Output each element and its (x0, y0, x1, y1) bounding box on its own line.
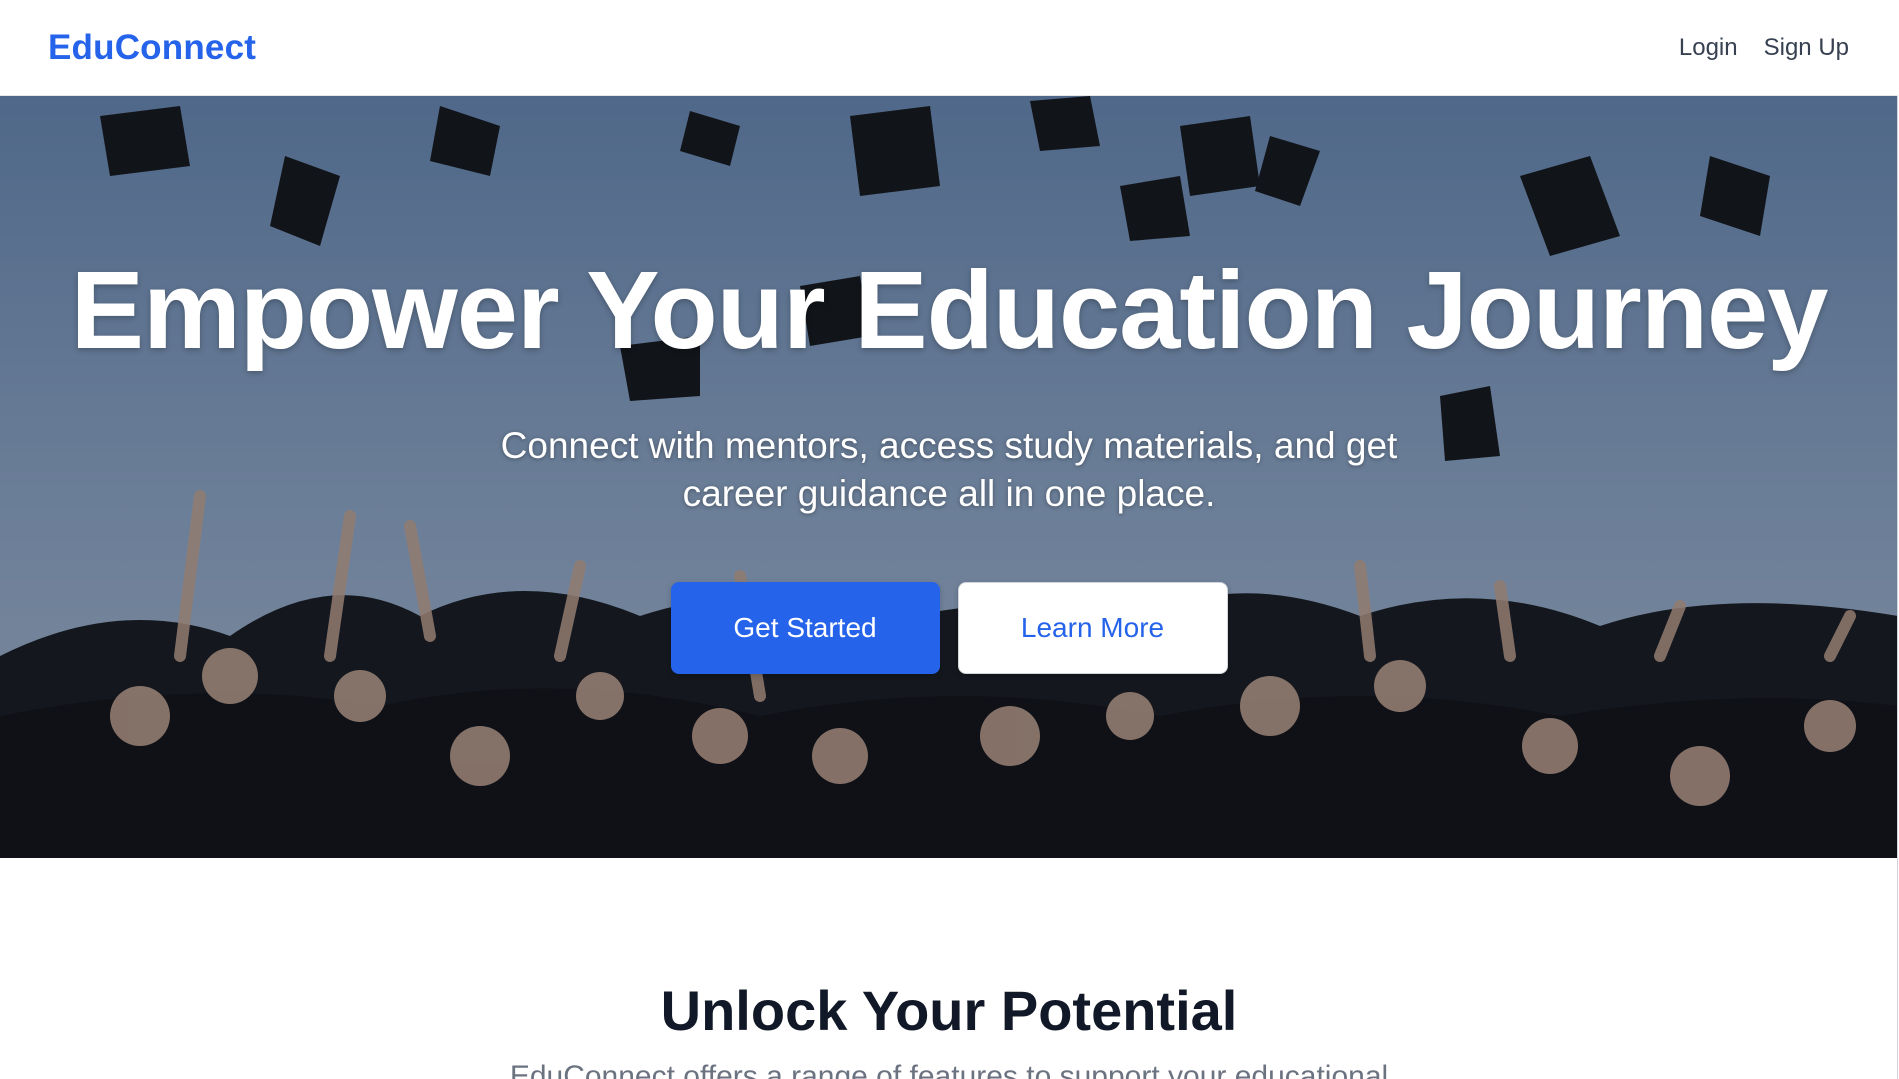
features-title: Unlock Your Potential (660, 979, 1238, 1042)
header-nav: Login Sign Up (1679, 34, 1849, 62)
get-started-button[interactable]: Get Started (670, 582, 940, 674)
hero-section: Empower Your Education Journey Connect w… (0, 96, 1898, 858)
hero-subtitle: Connect with mentors, access study mater… (500, 425, 1398, 514)
top-navbar: EduConnect Login Sign Up (0, 0, 1898, 96)
login-link[interactable]: Login (1679, 34, 1738, 62)
features-section: Unlock Your Potential EduConnect offers … (0, 858, 1898, 1079)
signup-link[interactable]: Sign Up (1764, 34, 1849, 62)
hero-actions: Get Started Learn More (670, 582, 1228, 674)
hero-title: Empower Your Education Journey (70, 249, 1829, 372)
brand-logo[interactable]: EduConnect (48, 28, 256, 68)
page: EduConnect Login Sign Up Empower Your Ed… (0, 0, 1898, 1079)
features-description: EduConnect offers a range of features to… (509, 1060, 1389, 1079)
hero-content: Empower Your Education Journey Connect w… (0, 96, 1898, 858)
learn-more-button[interactable]: Learn More (957, 582, 1228, 674)
page-scrollbar[interactable] (1897, 0, 1898, 1079)
